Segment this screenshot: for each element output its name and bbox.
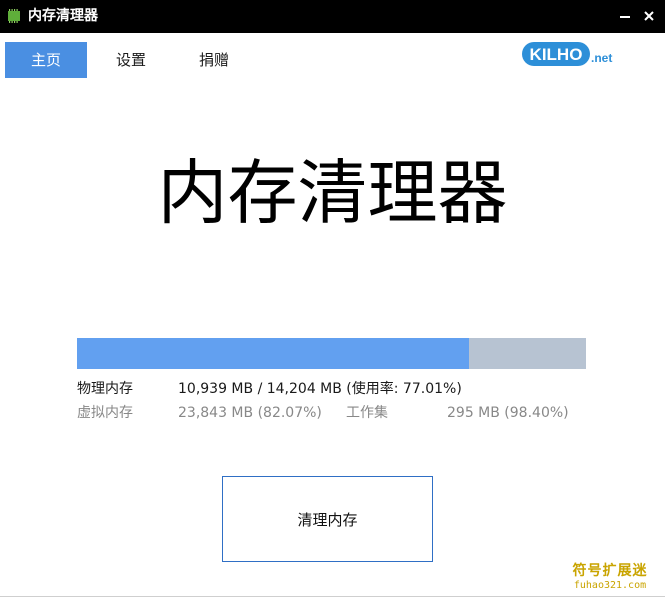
tab-settings[interactable]: 设置	[90, 42, 172, 78]
logo-main-text: KILHO	[530, 45, 583, 64]
site-watermark: 符号扩展迷 fuhao321.com	[560, 562, 660, 592]
kilho-logo[interactable]: KILHO .net	[521, 40, 613, 68]
minimize-icon	[620, 16, 630, 18]
tab-donate[interactable]: 捐赠	[173, 42, 255, 78]
virtual-memory-label: 虚拟内存	[77, 405, 133, 421]
virtual-memory-value: 23,843 MB (82.07%)	[178, 405, 322, 421]
window-title: 内存清理器	[28, 8, 98, 24]
logo-suffix-text: .net	[591, 51, 612, 65]
bottom-divider	[0, 596, 665, 597]
memory-chip-icon	[8, 9, 20, 23]
tab-home[interactable]: 主页	[5, 42, 87, 78]
memory-usage-fill	[77, 338, 469, 369]
close-icon	[644, 11, 654, 21]
physical-memory-label: 物理内存	[77, 381, 133, 397]
memory-usage-bar	[77, 338, 586, 369]
watermark-en-text: fuhao321.com	[573, 580, 647, 591]
working-set-value: 295 MB (98.40%)	[447, 405, 569, 421]
page-title: 内存清理器	[157, 152, 508, 234]
working-set-label: 工作集	[346, 405, 388, 421]
physical-memory-value: 10,939 MB / 14,204 MB (使用率: 77.01%)	[178, 381, 462, 397]
close-button[interactable]	[637, 4, 661, 28]
watermark-cn-text: 符号扩展迷	[572, 563, 648, 579]
clean-memory-button[interactable]: 清理内存	[222, 476, 433, 562]
minimize-button[interactable]	[613, 4, 637, 28]
title-bar: 内存清理器	[0, 0, 665, 33]
